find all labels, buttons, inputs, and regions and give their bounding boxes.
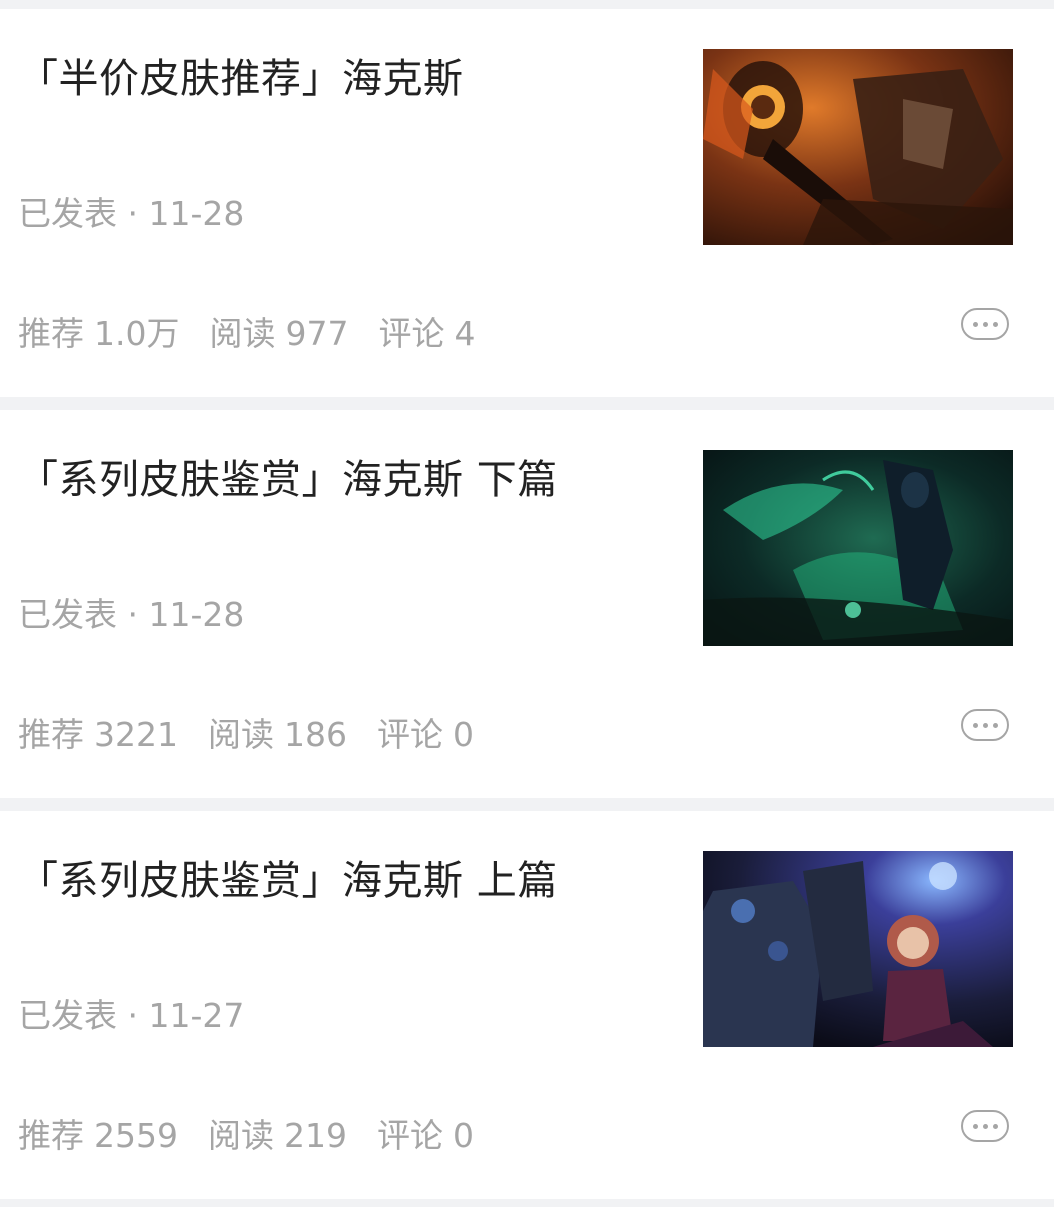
publish-date: 已发表 · 11-28 xyxy=(18,595,245,634)
comment-label: 评论 xyxy=(376,715,443,754)
recommend-count: 2559 xyxy=(94,1116,178,1155)
recommend-count: 1.0万 xyxy=(94,314,180,353)
recommend-stat: 推荐 2559 xyxy=(18,1111,178,1161)
comment-stat: 评论 0 xyxy=(377,710,474,760)
article-title[interactable]: 「半价皮肤推荐」海克斯 xyxy=(18,49,464,109)
publish-date: 已发表 · 11-27 xyxy=(18,996,245,1035)
more-options-button[interactable] xyxy=(961,1110,1009,1142)
comment-label: 评论 xyxy=(378,314,445,353)
recommend-stat: 推荐 3221 xyxy=(18,710,178,760)
recommend-stat: 推荐 1.0万 xyxy=(18,309,179,359)
read-label: 阅读 xyxy=(207,715,274,754)
article-card[interactable]: 「半价皮肤推荐」海克斯 已发表 · 11-28 推荐 1.0万 阅读 977 评… xyxy=(0,9,1054,397)
read-stat: 阅读 219 xyxy=(208,1111,347,1161)
recommend-label: 推荐 xyxy=(18,715,84,754)
read-count: 219 xyxy=(283,1116,347,1155)
article-card[interactable]: 「系列皮肤鉴赏」海克斯 下篇 已发表 · 11-28 推荐 3221 阅读 18… xyxy=(0,410,1054,798)
more-dot xyxy=(982,321,988,327)
comment-stat: 评论 4 xyxy=(378,309,475,359)
more-dot xyxy=(992,1123,998,1129)
article-stats: 推荐 2559 阅读 219 评论 0 xyxy=(18,1111,474,1161)
article-thumbnail[interactable] xyxy=(703,49,1013,245)
article-title[interactable]: 「系列皮肤鉴赏」海克斯 上篇 xyxy=(18,851,558,911)
comment-count: 0 xyxy=(452,715,474,754)
more-dots-icon xyxy=(972,321,978,327)
recommend-count: 3221 xyxy=(94,715,178,754)
article-stats: 推荐 3221 阅读 186 评论 0 xyxy=(18,710,474,760)
more-dots-icon xyxy=(972,722,978,728)
comment-count: 0 xyxy=(452,1116,474,1155)
more-dots-icon xyxy=(972,1123,978,1129)
article-stats: 推荐 1.0万 阅读 977 评论 4 xyxy=(18,309,475,359)
more-dot xyxy=(992,321,998,327)
article-card[interactable]: 「系列皮肤鉴赏」海克斯 上篇 已发表 · 11-27 推荐 2559 阅读 21… xyxy=(0,811,1054,1199)
more-options-button[interactable] xyxy=(961,308,1009,340)
publish-date: 已发表 · 11-28 xyxy=(18,194,245,233)
read-stat: 阅读 977 xyxy=(209,309,348,359)
read-label: 阅读 xyxy=(209,314,276,353)
more-dot xyxy=(982,722,988,728)
article-title[interactable]: 「系列皮肤鉴赏」海克斯 下篇 xyxy=(18,450,558,510)
article-thumbnail[interactable] xyxy=(703,851,1013,1047)
recommend-label: 推荐 xyxy=(18,1116,84,1155)
article-thumbnail[interactable] xyxy=(703,450,1013,646)
comment-count: 4 xyxy=(454,314,476,353)
more-dot xyxy=(992,722,998,728)
read-stat: 阅读 186 xyxy=(208,710,347,760)
comment-stat: 评论 0 xyxy=(377,1111,474,1161)
read-label: 阅读 xyxy=(207,1116,274,1155)
more-dot xyxy=(982,1123,988,1129)
recommend-label: 推荐 xyxy=(18,314,84,353)
more-options-button[interactable] xyxy=(961,709,1009,741)
read-count: 977 xyxy=(285,314,349,353)
read-count: 186 xyxy=(283,715,347,754)
comment-label: 评论 xyxy=(376,1116,443,1155)
